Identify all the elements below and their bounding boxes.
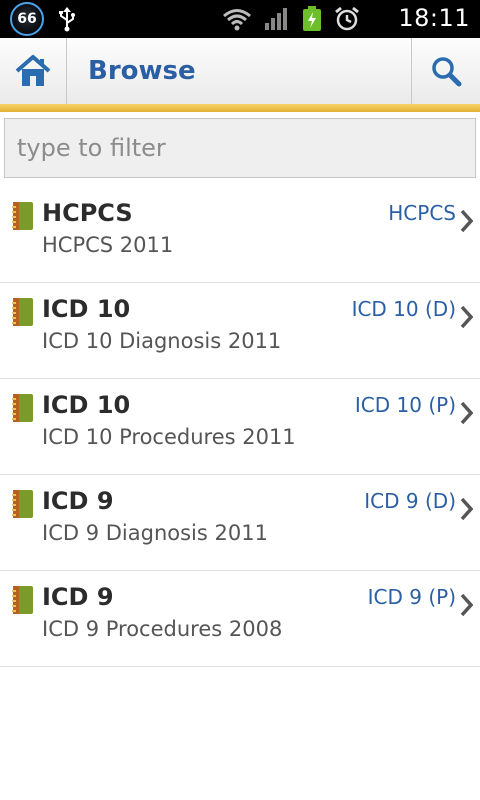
item-name: ICD 9 — [42, 487, 114, 515]
page-title: Browse — [88, 56, 196, 86]
accent-divider — [0, 104, 480, 112]
list-item[interactable]: ICD 9 ICD 9 Procedures 2008 ICD 9 (P) — [0, 571, 480, 667]
book-icon — [10, 297, 34, 331]
status-bar: 66 18:11 — [0, 0, 480, 38]
home-icon — [14, 54, 52, 92]
item-name: ICD 10 — [42, 295, 131, 323]
chevron-right-icon — [460, 401, 474, 429]
search-icon — [430, 55, 462, 91]
battery-charging-icon — [302, 6, 322, 36]
wifi-icon — [222, 7, 252, 35]
item-name: ICD 9 — [42, 583, 114, 611]
action-bar: Browse — [0, 38, 480, 109]
item-description: ICD 9 Diagnosis 2011 — [42, 521, 268, 545]
filter-input[interactable] — [4, 118, 476, 178]
list-item[interactable]: ICD 10 ICD 10 Diagnosis 2011 ICD 10 (D) — [0, 283, 480, 379]
item-code: ICD 10 (D) — [351, 297, 456, 321]
search-button[interactable] — [411, 38, 480, 108]
list-item[interactable]: ICD 10 ICD 10 Procedures 2011 ICD 10 (P) — [0, 379, 480, 475]
badge-number: 66 — [17, 11, 37, 27]
item-description: ICD 9 Procedures 2008 — [42, 617, 283, 641]
book-icon — [10, 489, 34, 523]
chevron-right-icon — [460, 209, 474, 237]
usb-icon — [58, 6, 76, 36]
item-code: ICD 10 (P) — [354, 393, 456, 417]
book-icon — [10, 585, 34, 619]
chevron-right-icon — [460, 593, 474, 621]
notification-badge-icon: 66 — [10, 2, 44, 36]
list-item[interactable]: HCPCS HCPCS 2011 HCPCS — [0, 187, 480, 283]
book-icon — [10, 201, 34, 235]
item-description: HCPCS 2011 — [42, 233, 174, 257]
item-code: ICD 9 (P) — [367, 585, 456, 609]
item-code: HCPCS — [388, 201, 456, 225]
signal-icon — [264, 7, 290, 35]
chevron-right-icon — [460, 305, 474, 333]
item-code: ICD 9 (D) — [364, 489, 456, 513]
item-description: ICD 10 Procedures 2011 — [42, 425, 296, 449]
list-item[interactable]: ICD 9 ICD 9 Diagnosis 2011 ICD 9 (D) — [0, 475, 480, 571]
item-name: HCPCS — [42, 199, 133, 227]
home-button[interactable] — [0, 38, 67, 108]
book-icon — [10, 393, 34, 427]
status-time: 18:11 — [398, 4, 470, 32]
code-set-list: HCPCS HCPCS 2011 HCPCS ICD 10 ICD 10 Dia… — [0, 187, 480, 667]
item-description: ICD 10 Diagnosis 2011 — [42, 329, 282, 353]
alarm-clock-icon — [334, 6, 360, 36]
item-name: ICD 10 — [42, 391, 131, 419]
chevron-right-icon — [460, 497, 474, 525]
